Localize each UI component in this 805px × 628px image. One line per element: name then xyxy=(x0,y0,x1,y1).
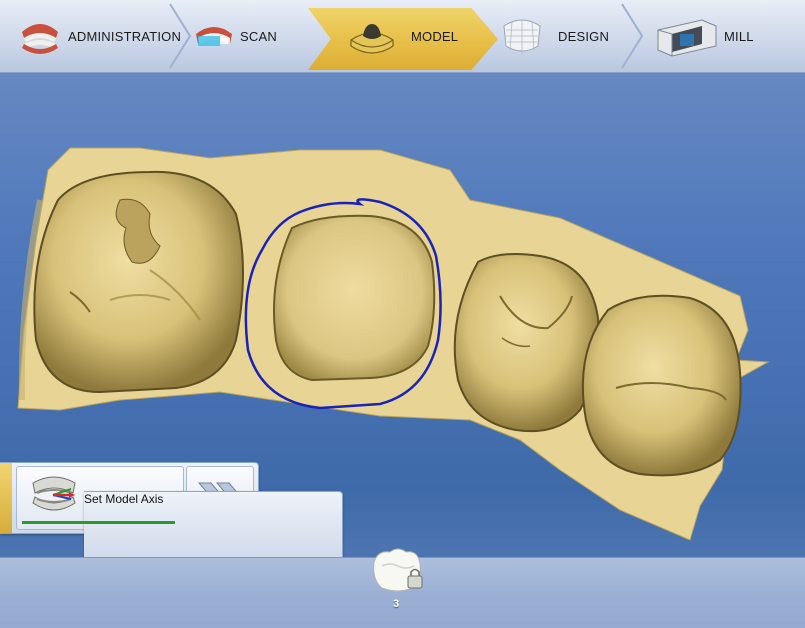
phase-progress-fill xyxy=(22,521,175,524)
molar-right xyxy=(581,294,742,477)
crown-lock-icon xyxy=(373,548,423,592)
phase-progress-bar xyxy=(22,521,175,524)
phase-label: Set Model Axis xyxy=(84,491,343,563)
premolar xyxy=(453,253,600,433)
model-axis-icon xyxy=(32,476,76,511)
tooth-preparation xyxy=(273,214,436,382)
previous-phase-tab[interactable] xyxy=(0,463,12,533)
restoration-tooth-button[interactable] xyxy=(368,548,428,603)
tooth-number: 3 xyxy=(392,598,400,610)
